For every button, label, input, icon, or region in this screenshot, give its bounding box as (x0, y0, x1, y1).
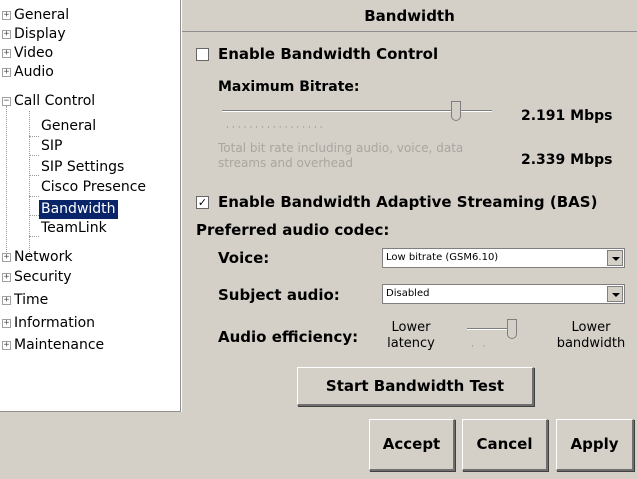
tree-item-label: Network (14, 249, 73, 265)
expand-icon[interactable]: + (2, 11, 11, 20)
expand-icon[interactable]: + (2, 68, 11, 77)
tree-item-label: SIP Settings (41, 159, 125, 175)
tree-item-label: Video (14, 45, 54, 61)
bas-label: Enable Bandwidth Adaptive Streaming (BAS… (218, 193, 598, 211)
cancel-button[interactable]: Cancel (462, 419, 548, 471)
max-bitrate-slider[interactable]: ················· (222, 98, 492, 138)
total-bitrate-note: Total bit rate including audio, voice, d… (218, 141, 464, 170)
tree-item-label: Audio (14, 64, 54, 80)
subject-audio-select[interactable]: Disabled (382, 284, 625, 304)
tree-item-label: Time (14, 292, 49, 308)
chevron-down-icon[interactable] (607, 286, 623, 302)
accept-button[interactable]: Accept (369, 419, 455, 471)
tree-item-label: General (14, 7, 70, 23)
expand-icon[interactable]: + (2, 30, 11, 39)
voice-select[interactable]: Low bitrate (GSM6.10) (382, 248, 625, 268)
tree-item-label: Call Control (14, 93, 96, 109)
apply-button[interactable]: Apply (556, 419, 634, 471)
expand-icon[interactable]: + (2, 253, 11, 262)
subject-audio-label: Subject audio: (218, 286, 340, 304)
bas-row[interactable]: ✓ Enable Bandwidth Adaptive Streaming (B… (196, 193, 636, 213)
tree-item-label: Maintenance (14, 337, 105, 353)
expand-icon[interactable]: + (2, 341, 11, 350)
voice-label: Voice: (218, 249, 270, 267)
tree-item-label: Security (14, 269, 72, 285)
chevron-down-icon[interactable] (607, 250, 623, 266)
slider-thumb[interactable] (451, 101, 461, 121)
start-bandwidth-test-button[interactable]: Start Bandwidth Test (297, 367, 534, 406)
total-bitrate-value: 2.339 Mbps (521, 152, 613, 168)
bandwidth-control-label: Enable Bandwidth Control (218, 45, 439, 63)
audio-efficiency-label: Audio efficiency: (218, 328, 359, 346)
subject-audio-select-value: Disabled (386, 288, 430, 299)
tree-item-label: Display (14, 26, 66, 42)
preferred-codec-label: Preferred audio codec: (196, 221, 390, 239)
bandwidth-control-row[interactable]: Enable Bandwidth Control (196, 45, 496, 65)
panel-title: Bandwidth (182, 0, 637, 32)
dialog-footer: Accept Cancel Apply (0, 412, 637, 479)
efficiency-right-label: Lower bandwidth (556, 320, 626, 351)
expand-icon[interactable]: + (2, 319, 11, 328)
tree-item-label: TeamLink (41, 220, 107, 236)
bandwidth-panel: Bandwidth Enable Bandwidth Control Maxim… (182, 0, 637, 412)
efficiency-left-label: Lower latency (387, 320, 435, 351)
tree-item-label: General (41, 118, 97, 134)
slider-ticks: ················· (226, 123, 326, 133)
bas-checkbox[interactable]: ✓ (196, 196, 209, 209)
settings-tree: + General + Display + Video + Audio − Ca… (0, 0, 181, 412)
bandwidth-control-checkbox[interactable] (196, 48, 209, 61)
tree-item-label: Cisco Presence (41, 179, 147, 195)
collapse-icon[interactable]: − (2, 97, 11, 106)
tree-item-label: Information (14, 315, 96, 331)
max-bitrate-label: Maximum Bitrate: (218, 79, 360, 95)
audio-efficiency-slider[interactable]: · · (467, 318, 523, 354)
expand-icon[interactable]: + (2, 296, 11, 305)
slider-ticks: · · (471, 342, 489, 352)
expand-icon[interactable]: + (2, 49, 11, 58)
max-bitrate-value: 2.191 Mbps (521, 108, 613, 124)
expand-icon[interactable]: + (2, 273, 11, 282)
tree-item-label: SIP (41, 138, 63, 154)
slider-thumb[interactable] (507, 319, 517, 339)
voice-select-value: Low bitrate (GSM6.10) (386, 252, 499, 263)
tree-item-label: Bandwidth (39, 200, 118, 219)
